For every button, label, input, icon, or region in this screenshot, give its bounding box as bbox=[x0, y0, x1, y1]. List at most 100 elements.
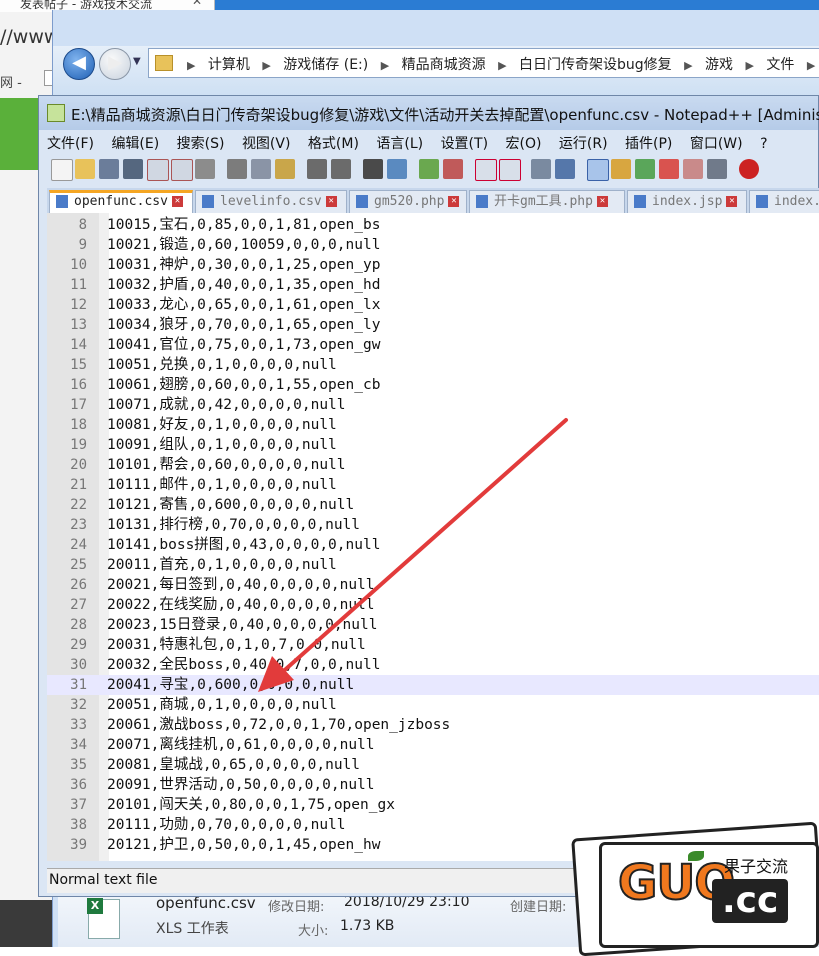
line-text[interactable]: 10051,兑换,0,1,0,0,0,0,null bbox=[107, 355, 337, 375]
line-text[interactable]: 20061,激战boss,0,72,0,0,1,70,open_jzboss bbox=[107, 715, 450, 735]
copy-icon[interactable] bbox=[251, 159, 271, 179]
doc-map-icon[interactable] bbox=[635, 159, 655, 179]
menu-item-help[interactable]: ? bbox=[760, 136, 767, 152]
line-text[interactable]: 20022,在线奖励,0,40,0,0,0,0,null bbox=[107, 595, 375, 615]
editor-line[interactable]: 16 10061,翅膀,0,60,0,0,1,55,open_cb bbox=[47, 375, 819, 395]
menu-item-file[interactable]: 文件(F) bbox=[47, 136, 94, 152]
editor-line[interactable]: 26 20021,每日签到,0,40,0,0,0,0,null bbox=[47, 575, 819, 595]
breadcrumb-item[interactable]: 计算机 bbox=[208, 57, 250, 73]
editor-line[interactable]: 17 10071,成就,0,42,0,0,0,0,null bbox=[47, 395, 819, 415]
editor-line[interactable]: 18 10081,好友,0,1,0,0,0,0,null bbox=[47, 415, 819, 435]
record-macro-icon[interactable] bbox=[739, 159, 759, 179]
line-text[interactable]: 20111,功勋,0,70,0,0,0,0,null bbox=[107, 815, 346, 835]
line-text[interactable]: 10091,组队,0,1,0,0,0,0,null bbox=[107, 435, 337, 455]
word-wrap-icon[interactable] bbox=[531, 159, 551, 179]
sync-horizontal-icon[interactable] bbox=[499, 159, 521, 181]
redo-icon[interactable] bbox=[331, 159, 351, 179]
line-text[interactable]: 20051,商城,0,1,0,0,0,0,null bbox=[107, 695, 337, 715]
menu-item-settings[interactable]: 设置(T) bbox=[441, 136, 488, 152]
line-text[interactable]: 20031,特惠礼包,0,1,0,7,0,0,null bbox=[107, 635, 366, 655]
undo-icon[interactable] bbox=[307, 159, 327, 179]
current-line[interactable]: 31 20041,寻宝,0,600,0,0,0,0,null bbox=[47, 675, 819, 695]
line-text[interactable]: 10041,官位,0,75,0,0,1,73,open_gw bbox=[107, 335, 380, 355]
tab-openfunc-csv[interactable]: openfunc.csv ✕ bbox=[49, 190, 193, 213]
close-file-icon[interactable] bbox=[147, 159, 169, 181]
editor-line[interactable]: 25 20011,首充,0,1,0,0,0,0,null bbox=[47, 555, 819, 575]
paste-icon[interactable] bbox=[275, 159, 295, 179]
menu-item-run[interactable]: 运行(R) bbox=[559, 136, 608, 152]
editor-line[interactable]: 33 20061,激战boss,0,72,0,0,1,70,open_jzboss bbox=[47, 715, 819, 735]
close-icon[interactable]: ✕ bbox=[596, 196, 608, 207]
editor-line[interactable]: 14 10041,官位,0,75,0,0,1,73,open_gw bbox=[47, 335, 819, 355]
line-text[interactable]: 10141,boss拼图,0,43,0,0,0,0,null bbox=[107, 535, 380, 555]
folder-workspace-icon[interactable] bbox=[683, 159, 703, 179]
tab-gm-tool-php[interactable]: 开卡gm工具.php ✕ bbox=[469, 190, 625, 213]
cut-icon[interactable] bbox=[227, 159, 247, 179]
save-icon[interactable] bbox=[99, 159, 119, 179]
find-icon[interactable] bbox=[363, 159, 383, 179]
editor-line[interactable]: 27 20022,在线奖励,0,40,0,0,0,0,null bbox=[47, 595, 819, 615]
tab-gm520-php[interactable]: gm520.php ✕ bbox=[349, 190, 467, 213]
new-file-icon[interactable] bbox=[51, 159, 73, 181]
indent-guide-icon[interactable] bbox=[587, 159, 609, 181]
editor-line[interactable]: 24 10141,boss拼图,0,43,0,0,0,0,null bbox=[47, 535, 819, 555]
close-icon[interactable]: ✕ bbox=[192, 0, 202, 7]
forward-button[interactable]: ▶ bbox=[99, 48, 131, 80]
editor-line[interactable]: 32 20051,商城,0,1,0,0,0,0,null bbox=[47, 695, 819, 715]
tab-index-jsp[interactable]: index.jsp ✕ bbox=[627, 190, 747, 213]
window-title-bar[interactable]: E:\精品商城资源\白日门传奇架设bug修复\游戏\文件\活动开关去掉配置\op… bbox=[39, 96, 819, 130]
line-text[interactable]: 20081,皇城战,0,65,0,0,0,0,null bbox=[107, 755, 360, 775]
line-text[interactable]: 10034,狼牙,0,70,0,0,1,65,open_ly bbox=[107, 315, 380, 335]
line-text[interactable]: 20021,每日签到,0,40,0,0,0,0,null bbox=[107, 575, 375, 595]
breadcrumb-item[interactable]: 文件 bbox=[766, 57, 794, 73]
line-text[interactable]: 10033,龙心,0,65,0,0,1,61,open_lx bbox=[107, 295, 380, 315]
menu-item-edit[interactable]: 编辑(E) bbox=[111, 136, 159, 152]
zoom-in-icon[interactable] bbox=[419, 159, 439, 179]
editor-line[interactable]: 29 20031,特惠礼包,0,1,0,7,0,0,null bbox=[47, 635, 819, 655]
line-text[interactable]: 20032,全民boss,0,40,0,7,0,0,null bbox=[107, 655, 380, 675]
menu-item-macro[interactable]: 宏(O) bbox=[506, 136, 542, 152]
history-dropdown-icon[interactable]: ▼ bbox=[133, 56, 141, 67]
editor-line[interactable]: 9 10021,锻造,0,60,10059,0,0,0,null bbox=[47, 235, 819, 255]
line-text[interactable]: 10031,神炉,0,30,0,0,1,25,open_yp bbox=[107, 255, 380, 275]
tab-levelinfo-csv[interactable]: levelinfo.csv ✕ bbox=[195, 190, 347, 213]
editor-line[interactable]: 34 20071,离线挂机,0,61,0,0,0,0,null bbox=[47, 735, 819, 755]
show-all-chars-icon[interactable] bbox=[555, 159, 575, 179]
close-icon[interactable]: ✕ bbox=[448, 196, 460, 207]
line-text[interactable]: 10032,护盾,0,40,0,0,1,35,open_hd bbox=[107, 275, 380, 295]
line-text[interactable]: 10071,成就,0,42,0,0,0,0,null bbox=[107, 395, 346, 415]
line-text[interactable]: 10121,寄售,0,600,0,0,0,0,null bbox=[107, 495, 354, 515]
line-text[interactable]: 10081,好友,0,1,0,0,0,0,null bbox=[107, 415, 337, 435]
line-text[interactable]: 10101,帮会,0,60,0,0,0,0,null bbox=[107, 455, 346, 475]
menu-item-view[interactable]: 视图(V) bbox=[242, 136, 291, 152]
editor-line[interactable]: 13 10034,狼牙,0,70,0,0,1,65,open_ly bbox=[47, 315, 819, 335]
breadcrumb-item[interactable]: 游戏储存 (E:) bbox=[283, 57, 368, 73]
line-text[interactable]: 20011,首充,0,1,0,0,0,0,null bbox=[107, 555, 337, 575]
editor-line[interactable]: 10 10031,神炉,0,30,0,0,1,25,open_yp bbox=[47, 255, 819, 275]
close-icon[interactable]: ✕ bbox=[171, 196, 183, 207]
line-text[interactable]: 20091,世界活动,0,50,0,0,0,0,null bbox=[107, 775, 375, 795]
close-all-icon[interactable] bbox=[171, 159, 193, 181]
editor-line[interactable]: 36 20091,世界活动,0,50,0,0,0,0,null bbox=[47, 775, 819, 795]
line-text[interactable]: 10111,邮件,0,1,0,0,0,0,null bbox=[107, 475, 337, 495]
breadcrumb-item[interactable]: 游戏 bbox=[705, 57, 733, 73]
print-icon[interactable] bbox=[195, 159, 215, 179]
browser-url-fragment[interactable]: //www bbox=[0, 26, 59, 48]
editor-line[interactable]: 15 10051,兑换,0,1,0,0,0,0,null bbox=[47, 355, 819, 375]
function-list-icon[interactable] bbox=[659, 159, 679, 179]
open-folder-icon[interactable] bbox=[75, 159, 95, 179]
close-icon[interactable]: ✕ bbox=[726, 196, 738, 207]
sync-vertical-icon[interactable] bbox=[475, 159, 497, 181]
line-text[interactable]: 10021,锻造,0,60,10059,0,0,0,null bbox=[107, 235, 380, 255]
line-text[interactable]: 20071,离线挂机,0,61,0,0,0,0,null bbox=[107, 735, 375, 755]
line-text[interactable]: 20101,闯天关,0,80,0,0,1,75,open_gx bbox=[107, 795, 395, 815]
back-button[interactable]: ◀ bbox=[63, 48, 95, 80]
breadcrumb-item[interactable]: 白日门传奇架设bug修复 bbox=[519, 57, 672, 73]
editor-line[interactable]: 21 10111,邮件,0,1,0,0,0,0,null bbox=[47, 475, 819, 495]
line-text[interactable]: 20041,寻宝,0,600,0,0,0,0,null bbox=[107, 675, 354, 695]
line-text[interactable]: 10061,翅膀,0,60,0,0,1,55,open_cb bbox=[107, 375, 380, 395]
menu-item-window[interactable]: 窗口(W) bbox=[690, 136, 743, 152]
breadcrumb-item[interactable]: 精品商城资源 bbox=[402, 57, 486, 73]
editor-line[interactable]: 23 10131,排行榜,0,70,0,0,0,0,null bbox=[47, 515, 819, 535]
editor-line[interactable]: 12 10033,龙心,0,65,0,0,1,61,open_lx bbox=[47, 295, 819, 315]
